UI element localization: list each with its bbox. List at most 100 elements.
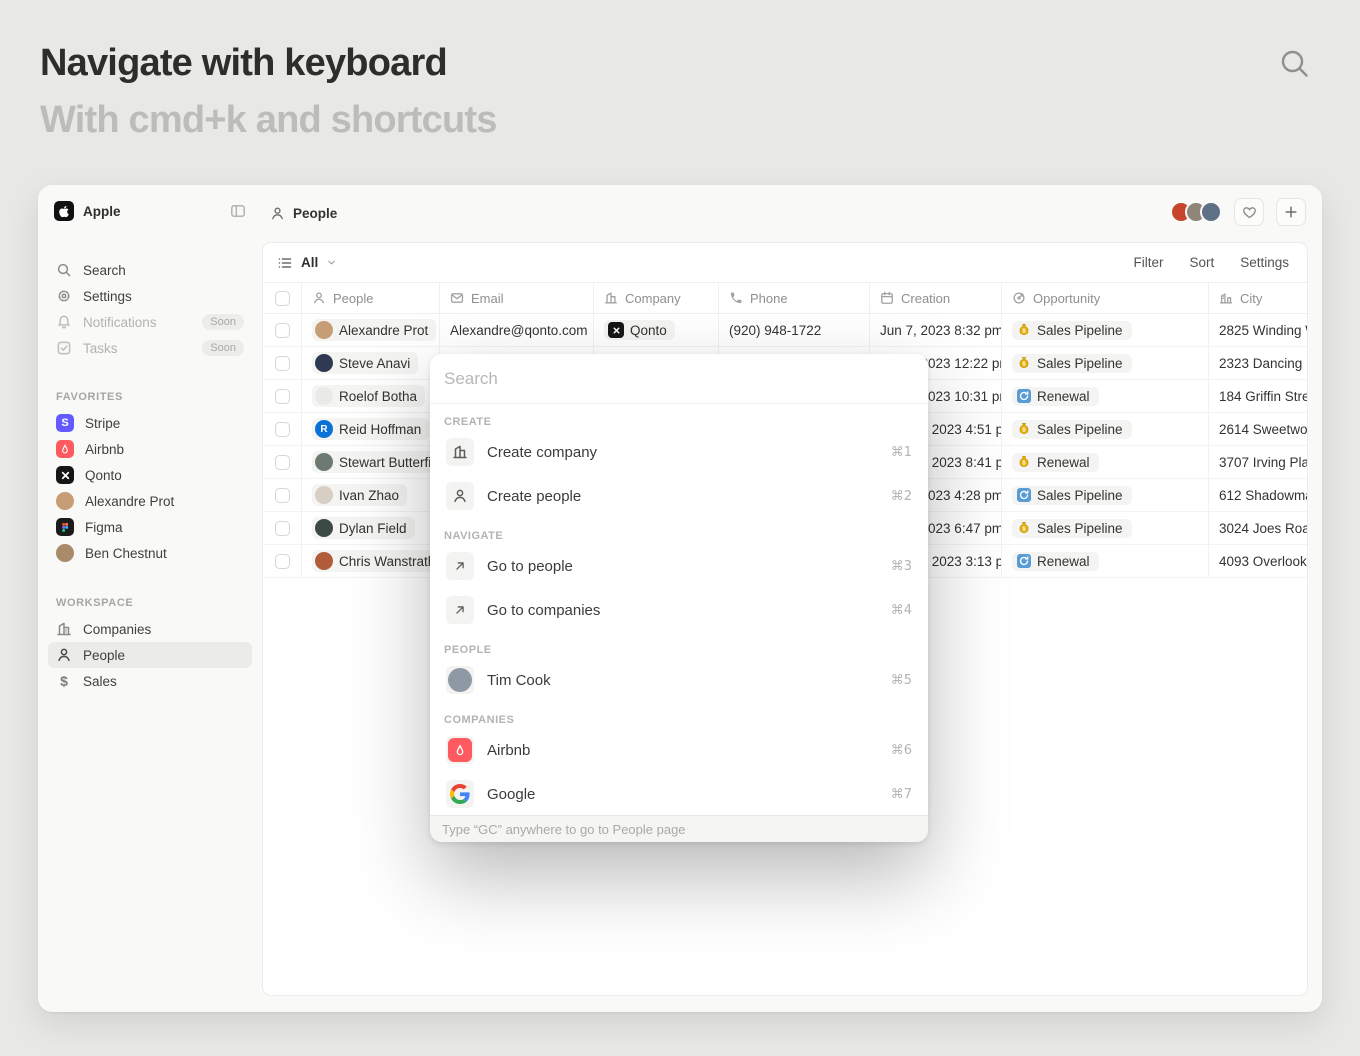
opportunity-chip[interactable]: $Sales Pipeline (1012, 321, 1132, 340)
sort-button[interactable]: Sort (1189, 255, 1214, 270)
phone-cell: (920) 948-1722 (718, 314, 869, 346)
palette-item-go-to-people[interactable]: Go to people ⌘3 (442, 544, 916, 588)
checkbox[interactable] (275, 356, 290, 371)
favorites-section-label: FAVORITES (48, 391, 252, 403)
sidebar-item-companies[interactable]: Companies (48, 616, 252, 642)
opportunity-chip[interactable]: $Sales Pipeline (1012, 354, 1132, 373)
column-header-people[interactable]: People (301, 283, 439, 313)
column-header-email[interactable]: Email (439, 283, 593, 313)
sidebar-item-label: Qonto (85, 468, 122, 483)
checkbox[interactable] (275, 521, 290, 536)
avatar (56, 492, 74, 510)
opportunity-cell: $Sales Pipeline (1001, 413, 1208, 445)
person-chip[interactable]: Alexandre Prot (312, 319, 436, 341)
select-all-checkbox-cell[interactable] (263, 283, 301, 313)
palette-item-tim-cook[interactable]: Tim Cook ⌘5 (442, 658, 916, 702)
person-chip[interactable]: Dylan Field (312, 517, 415, 539)
collapse-sidebar-icon[interactable] (230, 203, 246, 219)
sidebar-item-stripe[interactable]: S Stripe (48, 410, 252, 436)
sidebar-item-search[interactable]: Search (48, 257, 252, 283)
palette-search[interactable] (430, 354, 928, 404)
sidebar-item-tasks[interactable]: Tasks Soon (48, 335, 252, 361)
money-bag-icon: $ (1017, 455, 1031, 469)
search-icon[interactable] (1278, 47, 1312, 81)
company-chip[interactable]: Qonto (604, 320, 675, 340)
people-cell: Chris Wanstrath (301, 545, 439, 577)
column-header-company[interactable]: Company (593, 283, 718, 313)
person-chip[interactable]: Chris Wanstrath (312, 550, 439, 572)
avatar (1200, 201, 1222, 223)
people-cell: Dylan Field (301, 512, 439, 544)
renewal-icon (1017, 488, 1031, 502)
opportunity-chip[interactable]: Renewal (1012, 387, 1099, 406)
view-selector[interactable]: All (277, 255, 337, 271)
city-cell: 2323 Dancing Dove (1208, 347, 1307, 379)
opportunity-chip[interactable]: Sales Pipeline (1012, 486, 1132, 505)
apple-logo-icon (54, 201, 74, 221)
sidebar-item-notifications[interactable]: Notifications Soon (48, 309, 252, 335)
checkbox[interactable] (275, 389, 290, 404)
palette-search-input[interactable] (444, 369, 914, 389)
sidebar-item-ben-chestnut[interactable]: Ben Chestnut (48, 540, 252, 566)
palette-item-google[interactable]: Google ⌘7 (442, 772, 916, 816)
money-bag-icon: $ (1017, 323, 1031, 337)
airbnb-logo-icon (56, 440, 74, 458)
gear-icon (56, 288, 72, 304)
opportunity-chip[interactable]: $Renewal (1012, 453, 1099, 472)
palette-item-create-people[interactable]: Create people ⌘2 (442, 474, 916, 518)
person-chip[interactable]: Ivan Zhao (312, 484, 407, 506)
table-row[interactable]: Alexandre Prot 3 Alexandre@qonto.com Qon… (263, 314, 1307, 347)
checkbox[interactable] (275, 488, 290, 503)
toolbar-actions: Filter Sort Settings (1133, 255, 1289, 270)
opportunity-chip[interactable]: $Sales Pipeline (1012, 420, 1132, 439)
person-chip[interactable]: Steve Anavi (312, 352, 418, 374)
palette-item-airbnb[interactable]: Airbnb ⌘6 (442, 728, 916, 772)
checkbox[interactable] (275, 554, 290, 569)
sidebar-item-qonto[interactable]: Qonto (48, 462, 252, 488)
column-header-phone[interactable]: Phone (718, 283, 869, 313)
sidebar-item-people[interactable]: People (48, 642, 252, 668)
sidebar-item-sales[interactable]: $ Sales (48, 668, 252, 694)
page-view-title: People (270, 201, 337, 225)
workspace-switcher[interactable]: Apple (48, 199, 252, 223)
palette-item-create-company[interactable]: Create company ⌘1 (442, 430, 916, 474)
column-header-opportunity[interactable]: Opportunity (1001, 283, 1208, 313)
column-header-creation[interactable]: Creation (869, 283, 1001, 313)
sidebar-item-figma[interactable]: Figma (48, 514, 252, 540)
target-icon (1012, 291, 1026, 305)
palette-section-label: CREATE (442, 416, 916, 428)
search-icon (56, 262, 72, 278)
favorite-button[interactable] (1234, 198, 1264, 226)
sidebar-item-airbnb[interactable]: Airbnb (48, 436, 252, 462)
sidebar-item-label: Alexandre Prot (85, 494, 174, 509)
opportunity-chip[interactable]: Renewal (1012, 552, 1099, 571)
stripe-logo-icon: S (56, 414, 74, 432)
sidebar-item-alexandre-prot[interactable]: Alexandre Prot (48, 488, 252, 514)
add-button[interactable] (1276, 198, 1306, 226)
person-chip[interactable]: Stewart Butterfield (312, 451, 439, 473)
workspace-name: Apple (83, 204, 221, 219)
sidebar-item-settings[interactable]: Settings (48, 283, 252, 309)
person-chip[interactable]: RReid Hoffman (312, 418, 429, 440)
shortcut-label: ⌘3 (891, 559, 912, 574)
checkbox[interactable] (275, 323, 290, 338)
avatar (315, 321, 333, 339)
money-bag-icon: $ (1017, 356, 1031, 370)
checkbox[interactable] (275, 422, 290, 437)
person-icon (446, 482, 474, 510)
avatar: R (315, 420, 333, 438)
column-header-city[interactable]: City (1208, 283, 1307, 313)
filter-button[interactable]: Filter (1133, 255, 1163, 270)
building-icon (56, 621, 72, 637)
sidebar: Apple Search Settings Notifications Soon (38, 185, 262, 1012)
avatar (446, 666, 474, 694)
checkbox[interactable] (275, 455, 290, 470)
arrow-up-right-icon (446, 552, 474, 580)
checkbox[interactable] (275, 291, 290, 306)
sidebar-menu: Search Settings Notifications Soon Tasks… (48, 257, 252, 361)
opportunity-chip[interactable]: $Sales Pipeline (1012, 519, 1132, 538)
person-chip[interactable]: Roelof Botha (312, 385, 425, 407)
settings-button[interactable]: Settings (1240, 255, 1289, 270)
qonto-logo-icon (56, 466, 74, 484)
palette-item-go-to-companies[interactable]: Go to companies ⌘4 (442, 588, 916, 632)
